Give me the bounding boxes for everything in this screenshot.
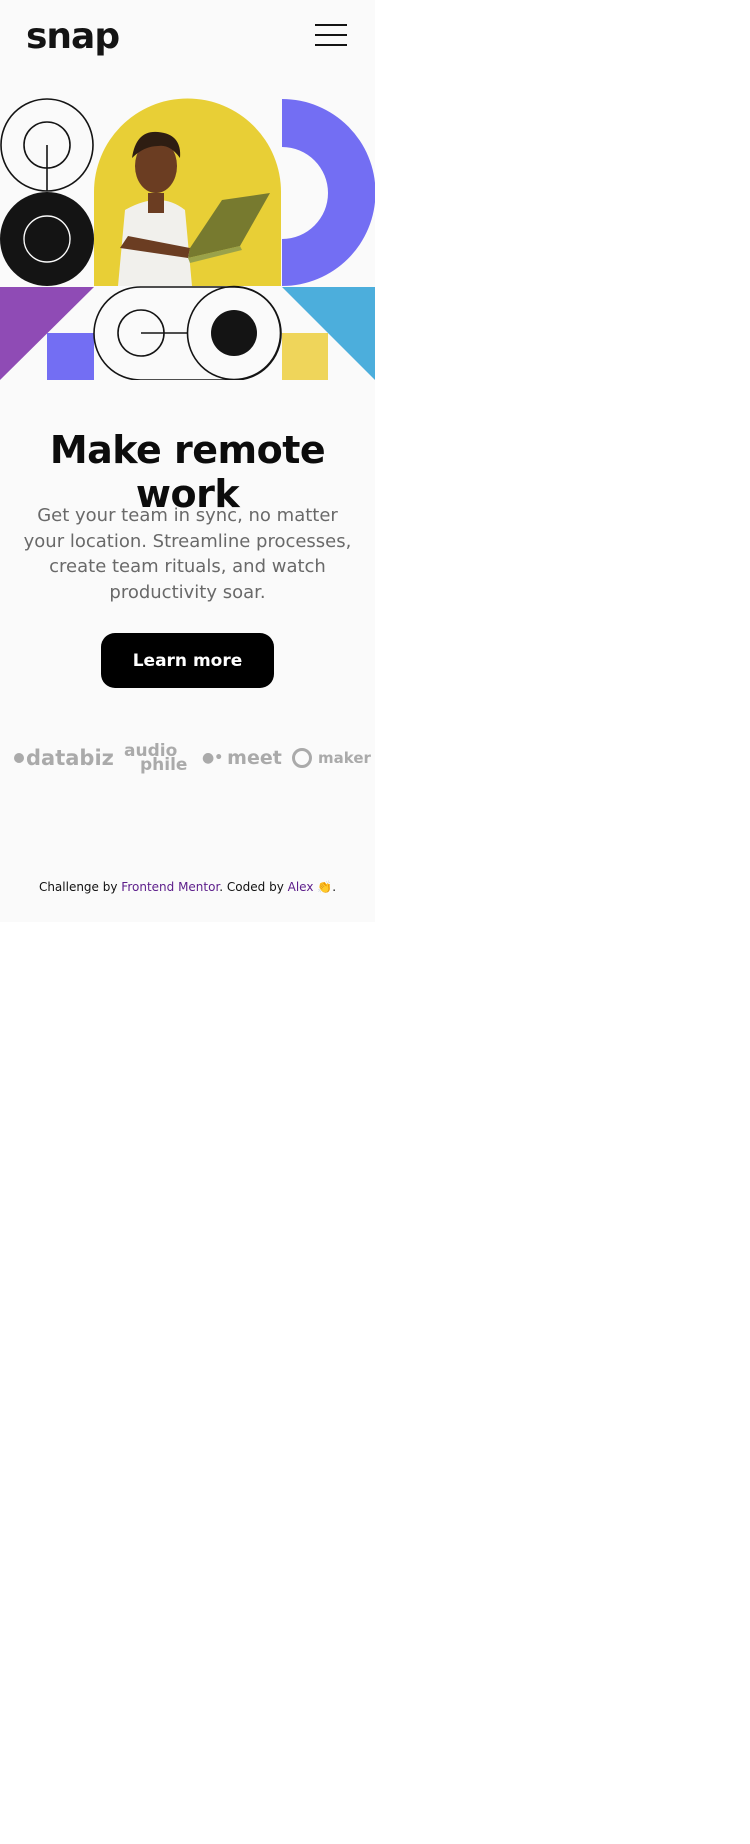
meet-label: meet xyxy=(227,747,282,769)
dot-icon xyxy=(14,753,24,763)
purple-square-shape xyxy=(47,333,94,380)
pill-black-dot-shape xyxy=(211,310,257,356)
frontend-mentor-link[interactable]: Frontend Mentor xyxy=(121,880,219,894)
page: snap Make remote work Get your team in s… xyxy=(0,0,375,922)
maker-label: maker xyxy=(318,749,371,767)
databiz-label: databiz xyxy=(26,746,114,770)
hamburger-menu-icon xyxy=(315,24,347,26)
maker-circle-icon xyxy=(292,748,312,768)
audiophile-logo: audio phile xyxy=(124,738,187,778)
hamburger-menu-icon xyxy=(315,44,347,46)
footer-prefix: Challenge by xyxy=(38,880,118,894)
purple-half-ring-shape xyxy=(282,99,375,286)
footer-suffix: . xyxy=(332,880,337,894)
attribution-footer: Challenge by Frontend Mentor. Coded by A… xyxy=(0,880,375,894)
learn-more-button[interactable]: Learn more xyxy=(101,633,274,688)
client-logos: databiz audio phile ●• meet maker xyxy=(0,738,375,778)
black-circle-shape xyxy=(0,192,94,286)
databiz-logo: databiz xyxy=(14,738,114,778)
menu-button[interactable] xyxy=(312,22,350,48)
yellow-square-shape xyxy=(282,333,328,380)
hero-description: Get your team in sync, no matter your lo… xyxy=(23,505,352,603)
author-link[interactable]: Alex xyxy=(288,880,314,894)
clapping-hands-icon: 👏 xyxy=(317,880,333,894)
hamburger-menu-icon xyxy=(315,34,347,36)
meet-dots-icon: ●• xyxy=(202,750,224,766)
hero-illustration xyxy=(0,98,375,380)
audiophile-label-bottom: phile xyxy=(140,755,188,775)
logo[interactable]: snap xyxy=(26,12,120,62)
footer-middle: . Coded by xyxy=(219,880,284,894)
meet-logo: ●• meet xyxy=(202,738,282,778)
maker-logo: maker xyxy=(292,738,371,778)
